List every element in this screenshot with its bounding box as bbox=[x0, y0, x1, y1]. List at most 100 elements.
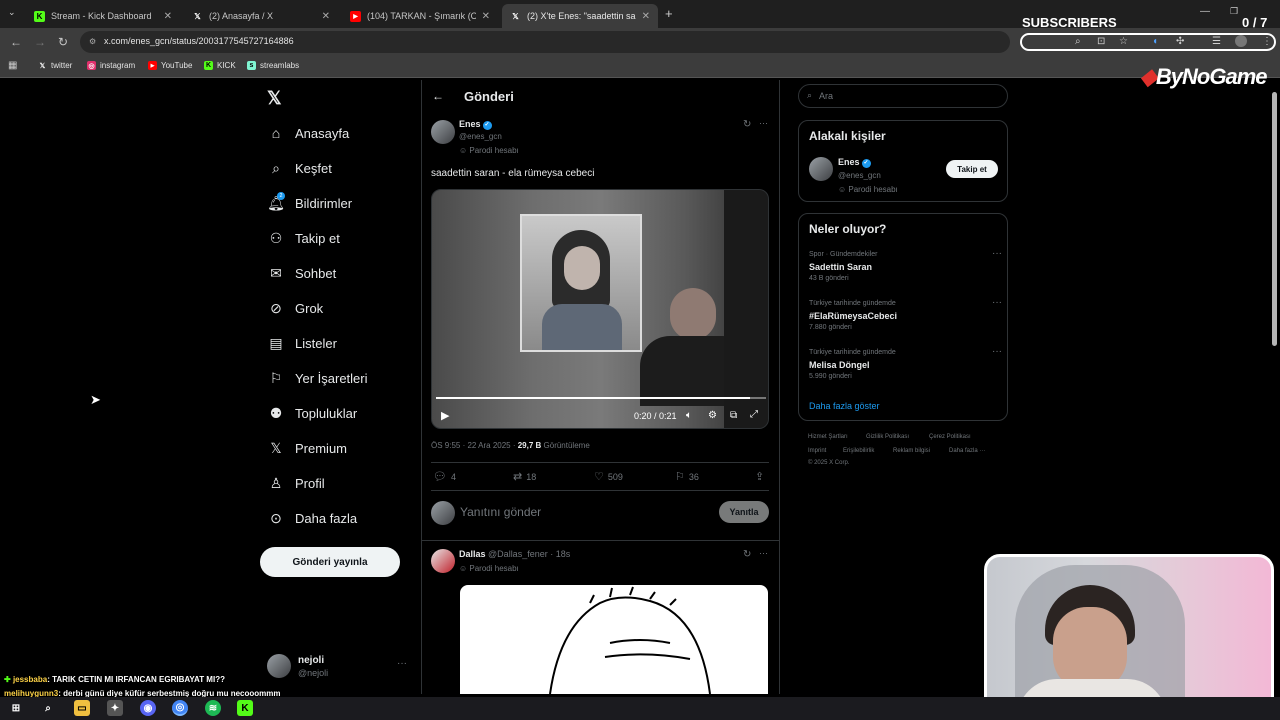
account-more-icon[interactable]: ··· bbox=[397, 658, 407, 669]
minimize-icon[interactable]: — bbox=[1200, 6, 1210, 17]
close-icon[interactable]: ✕ bbox=[482, 11, 490, 22]
footer-link[interactable]: Hizmet Şartları bbox=[808, 434, 848, 440]
file-explorer-icon[interactable]: ▭ bbox=[74, 700, 90, 716]
search-icon[interactable]: ⌕ bbox=[40, 700, 56, 716]
reply-author-avatar[interactable] bbox=[431, 549, 455, 573]
new-tab-button[interactable]: + bbox=[665, 6, 673, 21]
like-action[interactable]: ♡ 509 bbox=[594, 470, 623, 483]
apps-grid-icon[interactable]: ▦ bbox=[8, 60, 17, 71]
tweet-author-name[interactable]: Enes ✓ bbox=[459, 119, 492, 130]
maximize-icon[interactable]: ❐ bbox=[1230, 6, 1238, 17]
spotify-icon[interactable]: ≋ bbox=[205, 700, 221, 716]
chrome-icon[interactable]: ◎ bbox=[172, 700, 188, 716]
nav-grok[interactable]: ⊘ Grok bbox=[268, 300, 323, 316]
forward-icon[interactable]: → bbox=[34, 35, 46, 49]
bookmark-streamlabs[interactable]: s streamlabs bbox=[247, 61, 299, 70]
footer-link[interactable]: Daha fazla ··· bbox=[949, 448, 985, 454]
bookmark-instagram[interactable]: ◎ instagram bbox=[87, 61, 135, 70]
nav-bookmarks[interactable]: ⚐ Yer İşaretleri bbox=[268, 370, 368, 386]
volume-icon[interactable]: 🔈︎ bbox=[686, 410, 692, 421]
site-info-icon[interactable]: ⚙ bbox=[89, 37, 96, 46]
nav-communities[interactable]: ⚉ Topluluklar bbox=[268, 405, 357, 421]
tab-search-icon[interactable]: ⌄ bbox=[8, 7, 16, 18]
tab-menu-icon[interactable]: ☰ bbox=[1212, 36, 1221, 47]
trend-more-icon[interactable]: ··· bbox=[992, 248, 1002, 259]
star-icon[interactable]: ☆ bbox=[1119, 36, 1128, 47]
zoom-icon[interactable]: ⌕ bbox=[1075, 36, 1081, 47]
search-input[interactable]: ⌕ Ara bbox=[798, 84, 1008, 108]
nav-home[interactable]: ⌂ Anasayfa bbox=[268, 125, 349, 141]
install-icon[interactable]: ⊡ bbox=[1097, 36, 1105, 47]
footer-link[interactable]: Reklam bilgisi bbox=[893, 448, 930, 454]
trend-more-icon[interactable]: ··· bbox=[992, 346, 1002, 357]
bookmark-twitter[interactable]: 𝕏 twitter bbox=[38, 61, 73, 70]
kebab-menu-icon[interactable]: ⋮ bbox=[1262, 36, 1272, 47]
pip-icon[interactable]: ⧉ bbox=[730, 410, 737, 421]
tab-kick-dashboard[interactable]: K Stream - Kick Dashboard ✕ bbox=[26, 4, 180, 28]
back-icon[interactable]: ← bbox=[10, 35, 22, 49]
page-scrollbar[interactable] bbox=[1272, 92, 1277, 346]
nav-premium[interactable]: 𝕏 Premium bbox=[268, 440, 347, 456]
reply-author[interactable]: Dallas @Dallas_fener · 18s bbox=[459, 549, 570, 559]
tab-x-home[interactable]: 𝕏 (2) Anasayfa / X ✕ bbox=[184, 4, 338, 28]
share-action[interactable]: ⇪ bbox=[755, 470, 768, 483]
video-progress-track[interactable] bbox=[436, 397, 766, 399]
x-logo-icon[interactable]: 𝕏 bbox=[267, 88, 282, 109]
reply-image[interactable] bbox=[460, 585, 768, 694]
nav-more[interactable]: ⊙ Daha fazla bbox=[268, 510, 357, 526]
url-field[interactable]: ⚙ x.com/enes_gcn/status/2003177545727164… bbox=[80, 31, 1010, 53]
post-button[interactable]: Gönderi yayınla bbox=[260, 547, 400, 577]
reload-icon[interactable]: ↻ bbox=[58, 35, 68, 49]
nav-messages[interactable]: ✉ Sohbet bbox=[268, 265, 336, 281]
discord-icon[interactable]: ◉ bbox=[140, 700, 156, 716]
trend-more-icon[interactable]: ··· bbox=[992, 297, 1002, 308]
fullscreen-icon[interactable]: ⤢ bbox=[750, 409, 758, 420]
close-icon[interactable]: ✕ bbox=[322, 11, 330, 22]
show-more-link[interactable]: Daha fazla göster bbox=[809, 401, 880, 411]
reply-action[interactable]: 💬︎ 4 bbox=[433, 470, 456, 483]
trend-name[interactable]: #ElaRümeysaCebeci bbox=[809, 311, 897, 321]
nav-notifications[interactable]: 🔔︎ 2 Bildirimler bbox=[267, 192, 352, 211]
bookmark-youtube[interactable]: ▶ YouTube bbox=[148, 61, 192, 70]
footer-link[interactable]: Imprint bbox=[808, 448, 826, 454]
tweet-author-avatar[interactable] bbox=[431, 120, 455, 144]
nav-lists[interactable]: ▤ Listeler bbox=[268, 335, 337, 351]
tab-youtube[interactable]: ▶ (104) TARKAN - Şımarık (Of... ✕ bbox=[342, 4, 498, 28]
tweet-more-icon[interactable]: ··· bbox=[759, 118, 768, 128]
tweet-timestamp[interactable]: ÖS 9:55 · 22 Ara 2025 · bbox=[431, 441, 518, 450]
reply-button[interactable]: Yanıtla bbox=[719, 501, 769, 523]
account-switcher[interactable] bbox=[267, 654, 291, 678]
footer-link[interactable]: Gizlilik Politikası bbox=[866, 434, 909, 440]
repost-action[interactable]: ⇄ 18 bbox=[513, 470, 536, 483]
footer-link[interactable]: Erişilebilirlik bbox=[843, 448, 874, 454]
related-person-avatar[interactable] bbox=[809, 157, 833, 181]
footer-link[interactable]: Çerez Politikası bbox=[929, 434, 971, 440]
trend-name[interactable]: Melisa Döngel bbox=[809, 360, 870, 370]
play-icon[interactable]: ▶ bbox=[441, 409, 449, 422]
reply-more-icon[interactable]: ··· bbox=[759, 548, 768, 558]
extension-icon[interactable]: ◖ bbox=[1152, 36, 1158, 47]
tab-x-status[interactable]: 𝕏 (2) X'te Enes: "saadettin saran ... ✕ bbox=[502, 4, 658, 28]
app-icon[interactable]: ✦ bbox=[107, 700, 123, 716]
related-person-name[interactable]: Enes ✓ bbox=[838, 157, 871, 168]
nav-follow[interactable]: ⚇ Takip et bbox=[268, 230, 340, 246]
profile-avatar-icon[interactable] bbox=[1235, 35, 1247, 47]
kick-icon[interactable]: K bbox=[237, 700, 253, 716]
video-player[interactable]: ▶ 0:20 / 0:21 🔈︎ ⚙ ⧉ ⤢ bbox=[431, 189, 769, 429]
bookmark-action[interactable]: ⚐ 36 bbox=[675, 470, 699, 483]
back-arrow-icon[interactable]: ← bbox=[432, 89, 444, 103]
grok-refresh-icon[interactable]: ↻ bbox=[743, 549, 751, 560]
close-icon[interactable]: ✕ bbox=[642, 11, 650, 22]
nav-explore[interactable]: ⌕ Keşfet bbox=[268, 160, 332, 176]
puzzle-icon[interactable]: ✣ bbox=[1176, 36, 1184, 47]
settings-icon[interactable]: ⚙ bbox=[708, 410, 717, 421]
nav-profile[interactable]: ♙ Profil bbox=[268, 475, 325, 491]
reply-input[interactable]: Yanıtını gönder bbox=[460, 505, 541, 519]
bookmark-kick[interactable]: K KICK bbox=[204, 61, 236, 70]
close-icon[interactable]: ✕ bbox=[164, 11, 172, 22]
tweet-author-handle[interactable]: @enes_gcn bbox=[459, 132, 502, 141]
grok-refresh-icon[interactable]: ↻ bbox=[743, 119, 751, 130]
windows-start-icon[interactable]: ⊞ bbox=[8, 700, 24, 716]
follow-button[interactable]: Takip et bbox=[946, 160, 998, 178]
trend-name[interactable]: Sadettin Saran bbox=[809, 262, 872, 272]
